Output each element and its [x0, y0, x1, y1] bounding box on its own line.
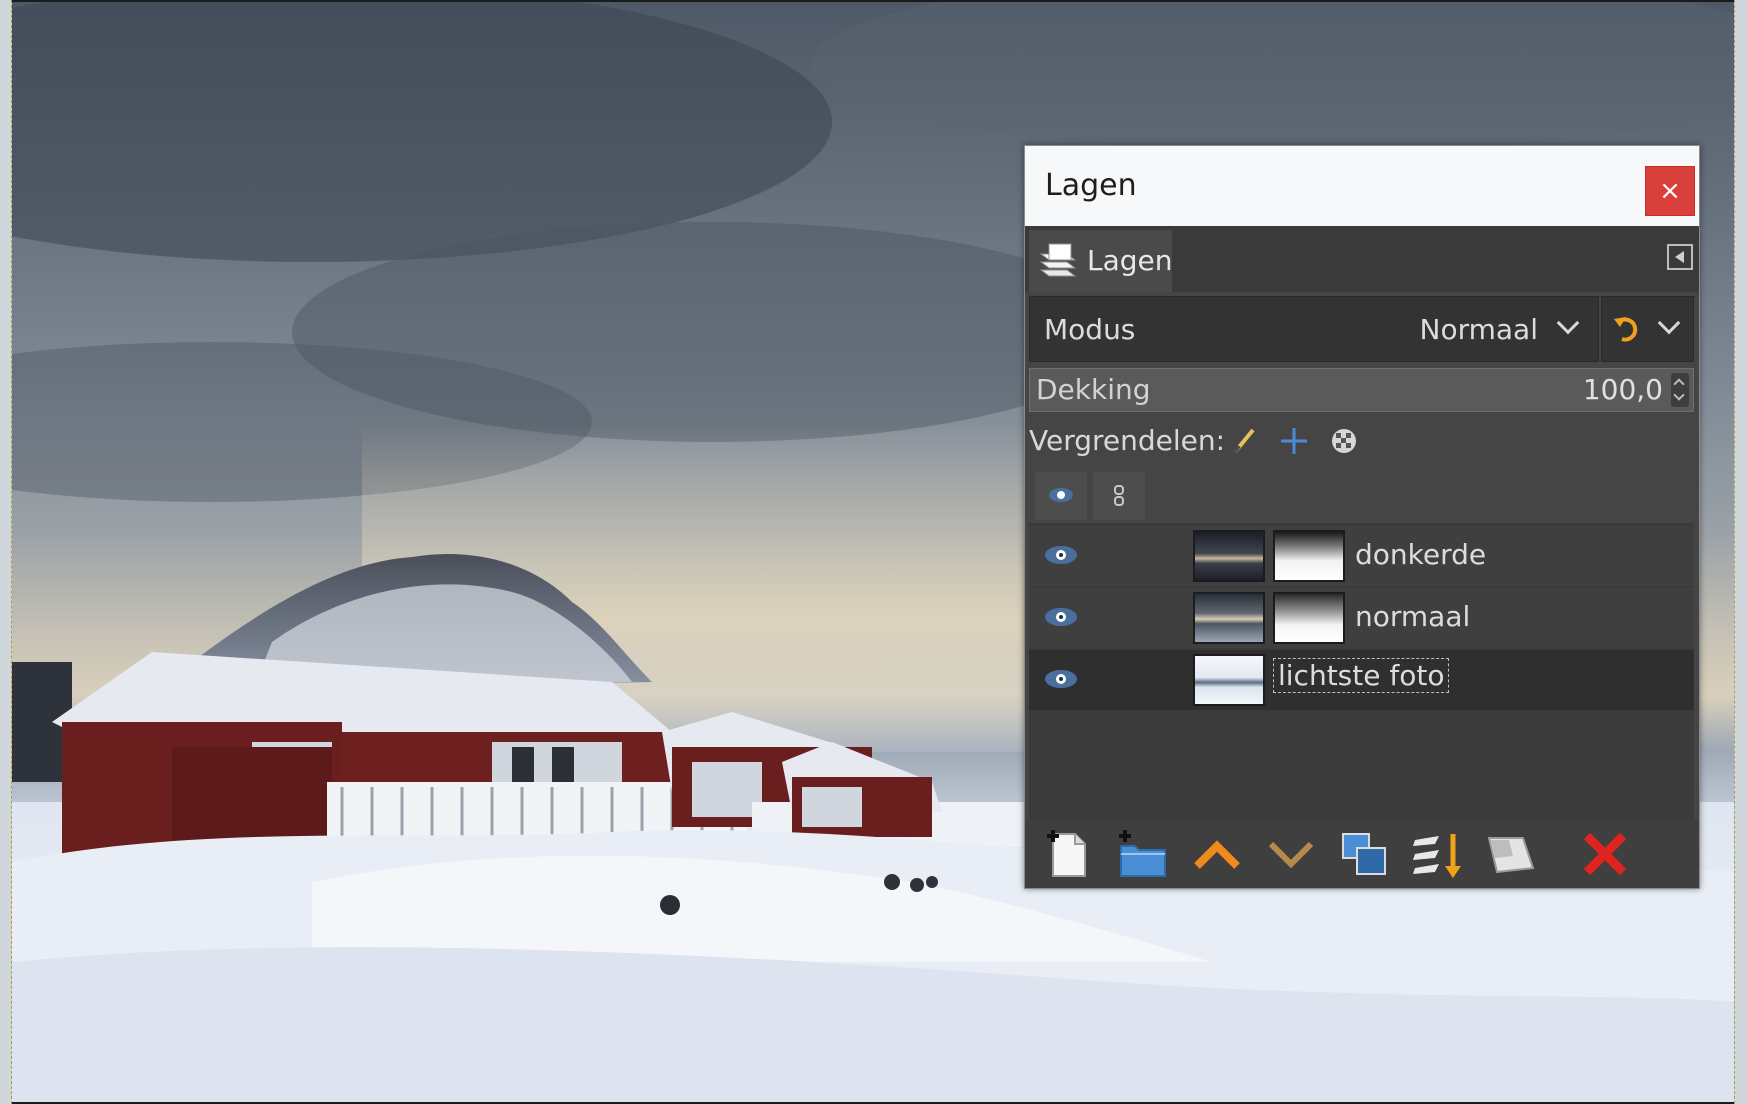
new-layer-icon[interactable]: [1039, 826, 1099, 882]
close-button[interactable]: ×: [1645, 166, 1695, 216]
lock-alpha-icon[interactable]: [1329, 426, 1359, 456]
canvas-padding-left: [0, 0, 12, 1104]
eye-icon: [1049, 488, 1073, 502]
composite-mode-select[interactable]: [1601, 296, 1694, 362]
spin-arrows-icon[interactable]: [1671, 373, 1689, 407]
layer-row[interactable]: donkerde: [1029, 526, 1694, 586]
lower-layer-icon[interactable]: [1261, 826, 1321, 882]
tab-layers[interactable]: Lagen: [1029, 230, 1173, 292]
layers-toolbar: [1025, 820, 1699, 888]
delete-layer-icon[interactable]: [1575, 826, 1635, 882]
opacity-label: Dekking: [1036, 373, 1151, 406]
dock-tabbar: Lagen: [1025, 226, 1699, 292]
lock-label: Vergrendelen:: [1029, 424, 1226, 457]
duplicate-layer-icon[interactable]: [1335, 826, 1395, 882]
layer-row-selected[interactable]: lichtste foto: [1029, 650, 1694, 710]
dialog-titlebar[interactable]: Lagen ×: [1025, 146, 1699, 226]
mode-label: Modus: [1044, 313, 1136, 346]
add-mask-icon[interactable]: [1483, 826, 1543, 882]
chain-icon: [1114, 485, 1124, 506]
canvas-padding-right: [1734, 0, 1747, 1104]
tab-label: Lagen: [1087, 244, 1173, 277]
layer-name[interactable]: normaal: [1355, 600, 1470, 633]
lock-pixels-icon[interactable]: [1229, 426, 1259, 456]
eye-icon[interactable]: [1043, 666, 1079, 692]
layer-list[interactable]: donkerde normaal lichtste foto: [1029, 468, 1694, 820]
eye-icon[interactable]: [1043, 542, 1079, 568]
layer-list-header: [1029, 468, 1694, 523]
chevron-down-icon: [1556, 311, 1580, 335]
opacity-spinscale[interactable]: Dekking 100,0: [1029, 368, 1694, 412]
layer-mask-thumbnail: [1273, 592, 1345, 644]
new-layer-group-icon[interactable]: [1113, 826, 1173, 882]
lock-position-icon[interactable]: [1279, 426, 1309, 456]
opacity-value: 100,0: [1582, 373, 1663, 406]
reset-composite-icon: [1614, 317, 1638, 342]
layer-thumbnail: [1193, 530, 1265, 582]
layer-mask-thumbnail: [1273, 530, 1345, 582]
chain-column-header[interactable]: [1093, 472, 1145, 520]
layer-thumbnail: [1193, 592, 1265, 644]
mode-select[interactable]: Modus Normaal: [1029, 296, 1599, 362]
lock-row: Vergrendelen:: [1029, 416, 1694, 464]
tab-menu-button[interactable]: [1667, 244, 1693, 270]
mode-row: Modus Normaal: [1029, 296, 1694, 362]
layer-row[interactable]: normaal: [1029, 588, 1694, 648]
mode-value: Normaal: [1419, 313, 1538, 346]
eye-icon[interactable]: [1043, 604, 1079, 630]
raise-layer-icon[interactable]: [1187, 826, 1247, 882]
visibility-column-header[interactable]: [1035, 472, 1087, 520]
layer-thumbnail: [1193, 654, 1265, 706]
layers-dialog: Lagen × Lagen Modus Normaal Dekking 100,…: [1024, 145, 1700, 889]
chevron-down-icon: [1657, 311, 1681, 335]
anchor-merge-layer-icon[interactable]: [1409, 826, 1469, 882]
layer-name[interactable]: donkerde: [1355, 538, 1486, 571]
layer-name[interactable]: lichtste foto: [1273, 658, 1450, 693]
dialog-title: Lagen: [1045, 168, 1137, 203]
layers-icon: [1039, 243, 1077, 277]
